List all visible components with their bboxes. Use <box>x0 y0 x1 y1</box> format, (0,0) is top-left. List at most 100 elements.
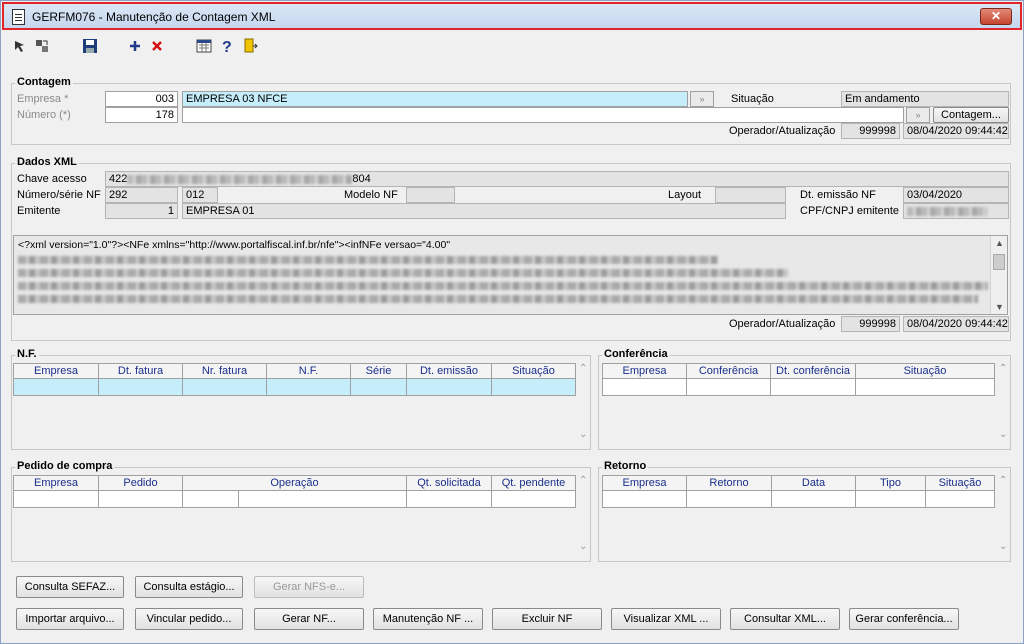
gerar-nf-button[interactable]: Gerar NF... <box>254 608 364 630</box>
nf-col-dt-fatura[interactable]: Dt. fatura <box>99 364 183 379</box>
conf-cell[interactable] <box>771 379 856 396</box>
nf-serie-field: 012 <box>182 187 218 203</box>
pedido-grid[interactable]: Empresa Pedido Operação Qt. solicitada Q… <box>13 475 576 508</box>
consultar-xml-button[interactable]: Consultar XML... <box>730 608 840 630</box>
conf-col-situacao[interactable]: Situação <box>856 364 995 379</box>
chave-acesso-field: 422 804 <box>105 171 1009 187</box>
nf-cell[interactable] <box>492 379 576 396</box>
numero-lookup-button[interactable]: » <box>906 107 930 123</box>
nf-cell[interactable] <box>99 379 183 396</box>
pedido-cell[interactable] <box>492 491 576 508</box>
delete-icon[interactable] <box>149 38 165 54</box>
retorno-scroll-up-icon[interactable]: ⌃ <box>999 475 1007 486</box>
retorno-col-retorno[interactable]: Retorno <box>687 476 772 491</box>
nf-grid[interactable]: Empresa Dt. fatura Nr. fatura N.F. Série… <box>13 363 576 396</box>
pedido-cell[interactable] <box>99 491 183 508</box>
nf-col-empresa[interactable]: Empresa <box>14 364 99 379</box>
pedido-col-empresa[interactable]: Empresa <box>14 476 99 491</box>
numero-description-field[interactable] <box>182 107 904 123</box>
pedido-cell[interactable] <box>407 491 492 508</box>
conf-col-empresa[interactable]: Empresa <box>603 364 687 379</box>
vincular-pedido-button[interactable]: Vincular pedido... <box>135 608 243 630</box>
empresa-lookup-button[interactable]: » <box>690 91 714 107</box>
nf-cell[interactable] <box>407 379 492 396</box>
excluir-nf-button[interactable]: Excluir NF <box>492 608 602 630</box>
nf-col-serie[interactable]: Série <box>351 364 407 379</box>
retorno-col-situacao[interactable]: Situação <box>926 476 995 491</box>
retorno-cell[interactable] <box>926 491 995 508</box>
save-icon[interactable] <box>82 38 98 54</box>
scroll-thumb[interactable] <box>993 254 1005 270</box>
pedido-cell[interactable] <box>239 491 407 508</box>
xml-redacted-line <box>18 269 788 277</box>
pedido-cell[interactable] <box>14 491 99 508</box>
nf-col-nr-fatura[interactable]: Nr. fatura <box>183 364 267 379</box>
nf-scroll-up-icon[interactable]: ⌃ <box>579 363 587 374</box>
pedido-cell[interactable] <box>183 491 239 508</box>
emitente-code-field: 1 <box>105 203 178 219</box>
xml-content-textarea[interactable]: <?xml version="1.0"?><NFe xmlns="http://… <box>13 235 1008 315</box>
nf-col-nf[interactable]: N.F. <box>267 364 351 379</box>
retorno-cell[interactable] <box>772 491 856 508</box>
retorno-cell[interactable] <box>603 491 687 508</box>
retorno-col-tipo[interactable]: Tipo <box>856 476 926 491</box>
scroll-down-icon[interactable]: ▼ <box>995 302 1004 312</box>
select-icon[interactable] <box>12 38 28 54</box>
conf-cell[interactable] <box>687 379 771 396</box>
close-button[interactable]: ✕ <box>980 8 1012 25</box>
pedido-col-qt-pendente[interactable]: Qt. pendente <box>492 476 576 491</box>
conf-col-conferencia[interactable]: Conferência <box>687 364 771 379</box>
help-icon[interactable]: ? <box>219 38 235 56</box>
xml-operador-field: 999998 <box>841 316 900 332</box>
numero-label: Número (*) <box>17 109 71 121</box>
importar-arquivo-button[interactable]: Importar arquivo... <box>16 608 124 630</box>
contagem-button[interactable]: Contagem... <box>933 107 1009 123</box>
cpf-cnpj-field <box>903 203 1009 219</box>
retorno-grid[interactable]: Empresa Retorno Data Tipo Situação <box>602 475 995 508</box>
window-title: GERFM076 - Manutenção de Contagem XML <box>32 10 276 24</box>
retorno-col-empresa[interactable]: Empresa <box>603 476 687 491</box>
conf-cell[interactable] <box>603 379 687 396</box>
cpf-cnpj-redacted <box>907 206 987 216</box>
conferencia-grid[interactable]: Empresa Conferência Dt. conferência Situ… <box>602 363 995 396</box>
nf-cell[interactable] <box>14 379 99 396</box>
nf-col-dt-emissao[interactable]: Dt. emissão <box>407 364 492 379</box>
manutencao-nf-button[interactable]: Manutenção NF ... <box>373 608 483 630</box>
pedido-scroll-down-icon[interactable]: ⌄ <box>579 541 587 552</box>
retorno-scroll-down-icon[interactable]: ⌄ <box>999 541 1007 552</box>
nf-cell[interactable] <box>183 379 267 396</box>
retorno-cell[interactable] <box>856 491 926 508</box>
contagem-datetime-field: 08/04/2020 09:44:42 <box>903 123 1009 139</box>
retorno-col-data[interactable]: Data <box>772 476 856 491</box>
empresa-name-field[interactable]: EMPRESA 03 NFCE <box>182 91 688 107</box>
numero-field[interactable]: 178 <box>105 107 178 123</box>
calculator-icon[interactable] <box>196 38 212 54</box>
exit-icon[interactable] <box>242 38 258 54</box>
empresa-code-field[interactable]: 003 <box>105 91 178 107</box>
nf-cell[interactable] <box>351 379 407 396</box>
gerar-nfse-button[interactable]: Gerar NFS-e... <box>254 576 364 598</box>
nf-col-situacao[interactable]: Situação <box>492 364 576 379</box>
conf-cell[interactable] <box>856 379 995 396</box>
gerar-conferencia-button[interactable]: Gerar conferência... <box>849 608 959 630</box>
visualizar-xml-button[interactable]: Visualizar XML ... <box>611 608 721 630</box>
conf-col-dt-conferencia[interactable]: Dt. conferência <box>771 364 856 379</box>
contagem-operador-field: 999998 <box>841 123 900 139</box>
conf-scroll-up-icon[interactable]: ⌃ <box>999 363 1007 374</box>
pedido-scroll-up-icon[interactable]: ⌃ <box>579 475 587 486</box>
add-icon[interactable] <box>127 38 143 54</box>
consulta-estagio-button[interactable]: Consulta estágio... <box>135 576 243 598</box>
pedido-group-title: Pedido de compra <box>15 460 115 472</box>
navigate-icon[interactable] <box>34 38 50 54</box>
scroll-up-icon[interactable]: ▲ <box>995 238 1004 248</box>
pedido-col-qt-solicitada[interactable]: Qt. solicitada <box>407 476 492 491</box>
xml-scrollbar[interactable]: ▲ ▼ <box>990 236 1007 314</box>
nf-scroll-down-icon[interactable]: ⌄ <box>579 429 587 440</box>
pedido-col-pedido[interactable]: Pedido <box>99 476 183 491</box>
retorno-cell[interactable] <box>687 491 772 508</box>
nf-cell[interactable] <box>267 379 351 396</box>
pedido-col-operacao[interactable]: Operação <box>183 476 407 491</box>
conf-scroll-down-icon[interactable]: ⌄ <box>999 429 1007 440</box>
consulta-sefaz-button[interactable]: Consulta SEFAZ... <box>16 576 124 598</box>
document-icon <box>12 9 25 25</box>
